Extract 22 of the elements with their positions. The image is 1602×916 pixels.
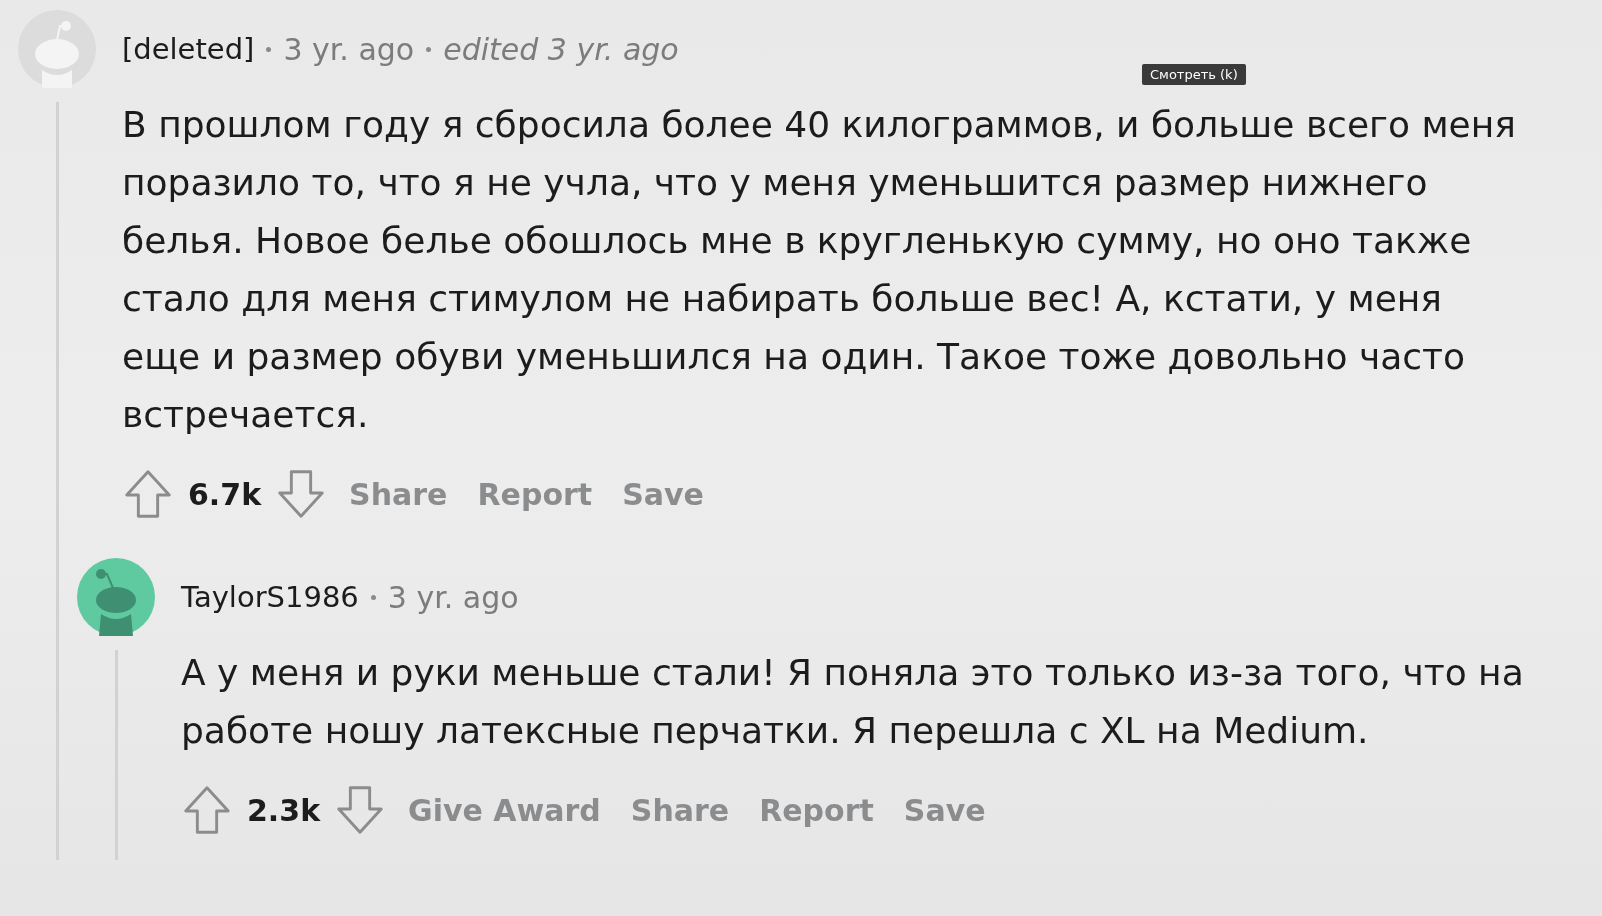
action-button[interactable]: Save [895, 792, 994, 828]
comment-text: В прошлом году я сбросила более 40 килограммов, и больше всего меня поразило то, что я не учла, что у меня уменьшится размер нижнего белья. Новое белье обошлось мне в кругленькую сумму, но оно также стало для меня стимулом не набирать больше вес! А, кстати, у меня еще и размер обуви уменьшился на один. Такое тоже довольно часто встречается. [122, 103, 1517, 437]
avatar-icon [18, 10, 96, 88]
vote-count: 2.3k [247, 792, 321, 828]
timestamp: 3 yr. ago [283, 31, 415, 67]
avatar-icon [77, 558, 155, 636]
username[interactable]: TaylorS1986 [181, 580, 359, 614]
action-button[interactable]: Share [622, 792, 738, 828]
separator-dot [370, 594, 376, 600]
action-button[interactable]: Give Award [400, 792, 609, 828]
action-button[interactable]: Share [341, 476, 456, 512]
action-button[interactable]: Save [614, 476, 712, 512]
action-button[interactable]: Report [751, 792, 882, 828]
timestamp: 3 yr. ago [387, 579, 519, 615]
tooltip: Смотреть (k) [1142, 64, 1246, 85]
username[interactable]: [deleted] [122, 32, 255, 66]
vote-count: 6.7k [188, 476, 262, 512]
edited-time: edited 3 yr. ago [443, 31, 679, 67]
separator-dot [266, 46, 272, 52]
separator-dot [426, 46, 432, 52]
action-button[interactable]: Report [469, 476, 601, 512]
comment-text: А у меня и руки меньше стали! Я поняла это только из-за того, что на работе ношу латексные перчатки. Я перешла с XL на Medium. [181, 651, 1525, 753]
